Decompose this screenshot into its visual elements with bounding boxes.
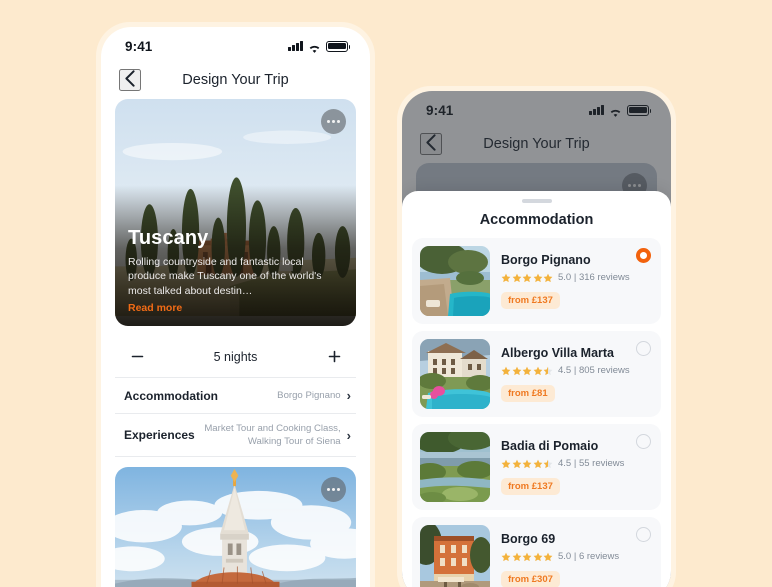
decrease-nights-button[interactable] <box>124 344 150 370</box>
accommodation-info: Badia di Pomaio 4.5 | 55 reviews from £1… <box>501 439 653 495</box>
status-bar-left: 9:41 <box>101 27 370 61</box>
trip-details-panel: 5 nights Accommodation Borgo Pignano › E… <box>115 336 356 457</box>
wifi-icon <box>308 41 321 53</box>
row-right: Market Tour and Cooking Class, Walking T… <box>203 422 351 448</box>
battery-icon <box>326 40 351 52</box>
accommodation-name: Borgo Pignano <box>501 253 591 267</box>
select-radio[interactable] <box>636 341 651 356</box>
select-radio[interactable] <box>636 434 651 449</box>
accommodation-bottom-sheet: Accommodation Borgo Pignano 5.0 | 316 re… <box>402 191 671 587</box>
accommodation-thumbnail <box>420 339 490 409</box>
chevron-right-icon: › <box>346 427 351 443</box>
ellipsis-icon-dot <box>337 488 341 491</box>
ellipsis-icon-dot <box>332 120 335 123</box>
price-badge: from £81 <box>501 385 555 402</box>
row-value: Borgo Pignano <box>277 390 341 401</box>
list-item[interactable]: Albergo Villa Marta 4.5 | 805 reviews fr… <box>412 331 661 417</box>
destination-description: Rolling countryside and fantastic local … <box>128 255 322 297</box>
accommodation-meta: 5.0 | 316 reviews <box>501 272 631 283</box>
rating-text: 5.0 | 6 reviews <box>558 551 620 562</box>
accommodation-info: Borgo Pignano 5.0 | 316 reviews from £13… <box>501 253 653 309</box>
cellular-signal-icon <box>288 41 303 51</box>
ellipsis-icon-dot <box>332 488 335 491</box>
row-label: Experiences <box>124 428 195 442</box>
hero2-more-options-button[interactable] <box>321 477 346 502</box>
price-badge: from £307 <box>501 571 560 587</box>
list-item[interactable]: Borgo Pignano 5.0 | 316 reviews from £13… <box>412 238 661 324</box>
status-icons <box>288 40 351 53</box>
star-rating-icons <box>501 552 553 562</box>
accommodation-thumbnail <box>420 432 490 502</box>
select-radio-selected[interactable] <box>636 248 651 263</box>
star-rating-icons <box>501 366 553 376</box>
rating-text: 4.5 | 55 reviews <box>558 458 625 469</box>
rating-text: 5.0 | 316 reviews <box>558 272 630 283</box>
chevron-left-icon <box>125 70 135 90</box>
rating-text: 4.5 | 805 reviews <box>558 365 630 376</box>
hero-more-options-button[interactable] <box>321 109 346 134</box>
row-right: Borgo Pignano › <box>226 389 351 402</box>
sheet-title: Accommodation <box>479 212 594 228</box>
ellipsis-icon-dot <box>326 488 330 491</box>
accommodation-info: Albergo Villa Marta 4.5 | 805 reviews fr… <box>501 346 653 402</box>
list-item[interactable]: Borgo 69 5.0 | 6 reviews from £307 <box>412 517 661 587</box>
row-accommodation[interactable]: Accommodation Borgo Pignano › <box>115 378 356 413</box>
accommodation-meta: 4.5 | 55 reviews <box>501 458 631 469</box>
phone-left-screen: 9:41 Design Your Trip Tuscany Rolling co… <box>101 27 370 587</box>
trip-content: Tuscany Rolling countryside and fantasti… <box>101 99 370 587</box>
read-more-link[interactable]: Read more <box>128 302 182 314</box>
phone-left: 9:41 Design Your Trip Tuscany Rolling co… <box>96 22 375 587</box>
row-value: Market Tour and Cooking Class, Walking T… <box>204 423 341 447</box>
divider <box>115 456 356 457</box>
destination-card-tuscany[interactable]: Tuscany Rolling countryside and fantasti… <box>115 99 356 326</box>
phone-right: 9:41 Design Your Trip <box>397 86 676 587</box>
accommodation-thumbnail <box>420 246 490 316</box>
destination-card-siena[interactable] <box>115 467 356 587</box>
accommodation-name: Borgo 69 <box>501 532 556 546</box>
price-badge: from £137 <box>501 478 560 495</box>
status-time: 9:41 <box>125 38 153 54</box>
destination-title: Tuscany <box>128 226 209 249</box>
star-rating-icons <box>501 273 553 283</box>
accommodation-name: Badia di Pomaio <box>501 439 599 453</box>
row-experiences[interactable]: Experiences Market Tour and Cooking Clas… <box>115 414 356 456</box>
ellipsis-icon-dot <box>326 120 330 123</box>
row-label: Accommodation <box>124 388 219 403</box>
hero-text-block: Tuscany Rolling countryside and fantasti… <box>128 227 343 317</box>
accommodation-meta: 4.5 | 805 reviews <box>501 365 631 376</box>
accommodation-thumbnail <box>420 525 490 587</box>
nav-bar-left: Design Your Trip <box>101 61 370 99</box>
screenshot-canvas: 9:41 Design Your Trip Tuscany Rolling co… <box>0 0 772 587</box>
back-button[interactable] <box>119 69 141 91</box>
accommodation-meta: 5.0 | 6 reviews <box>501 551 631 562</box>
list-item[interactable]: Badia di Pomaio 4.5 | 55 reviews from £1… <box>412 424 661 510</box>
ellipsis-icon-dot <box>337 120 341 123</box>
accommodation-name: Albergo Villa Marta <box>501 346 614 360</box>
price-badge: from £137 <box>501 292 560 309</box>
chevron-right-icon: › <box>346 388 351 403</box>
nights-stepper: 5 nights <box>115 336 356 377</box>
select-radio[interactable] <box>636 527 651 542</box>
star-rating-icons <box>501 459 553 469</box>
siena-hero-image <box>115 467 356 587</box>
accommodation-info: Borgo 69 5.0 | 6 reviews from £307 <box>501 532 653 587</box>
increase-nights-button[interactable] <box>321 344 347 370</box>
phone-right-screen: 9:41 Design Your Trip <box>402 91 671 587</box>
page-title: Design Your Trip <box>182 72 289 88</box>
nights-value: 5 nights <box>213 349 258 364</box>
accommodation-list: Borgo Pignano 5.0 | 316 reviews from £13… <box>402 238 671 587</box>
